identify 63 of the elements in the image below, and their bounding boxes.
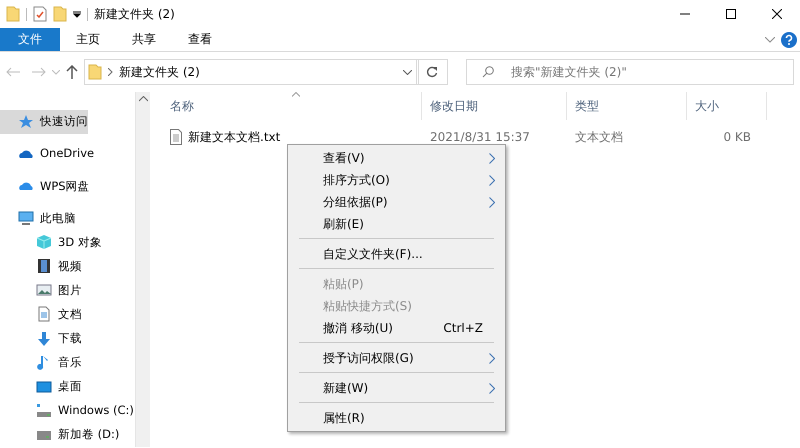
sidebar-item[interactable]: 此电脑 bbox=[0, 206, 76, 230]
monitor-icon bbox=[18, 210, 34, 226]
table-cell-text: 0 KB bbox=[722, 129, 752, 146]
ribbon-tab[interactable]: 查看 bbox=[172, 28, 228, 51]
sidebar-item[interactable]: 下载 bbox=[0, 326, 82, 350]
menu-item[interactable]: 自定义文件夹(F)... bbox=[288, 243, 505, 265]
sidebar-item[interactable]: OneDrive bbox=[0, 142, 94, 166]
table-cell-text: 2021/8/31 15:37 bbox=[429, 129, 531, 146]
table-cell-text: 文本文档 bbox=[574, 129, 624, 146]
refresh-button[interactable] bbox=[416, 59, 448, 85]
star-icon bbox=[18, 114, 34, 130]
menu-item[interactable]: 撤消 移动(U) Ctrl+Z bbox=[288, 317, 505, 339]
menu-item[interactable]: 查看(V) bbox=[288, 147, 505, 169]
film-icon bbox=[36, 258, 52, 274]
dropdown-icon[interactable] bbox=[403, 70, 412, 74]
ribbon-tab[interactable]: 文件 bbox=[0, 28, 60, 51]
maximize-icon bbox=[726, 9, 736, 19]
expand-ribbon-icon[interactable] bbox=[765, 37, 775, 43]
column-header[interactable]: 类型 bbox=[567, 92, 687, 120]
shortcut-text: Ctrl+Z bbox=[443, 320, 483, 337]
column-header[interactable]: 大小 bbox=[687, 92, 767, 120]
download-icon bbox=[36, 330, 52, 346]
drive-icon bbox=[36, 402, 52, 419]
up-icon[interactable] bbox=[66, 65, 78, 79]
desktop-icon bbox=[36, 378, 52, 395]
sidebar-item[interactable]: 文档 bbox=[0, 302, 82, 326]
sidebar-item[interactable]: 3D 对象 bbox=[0, 230, 102, 254]
sidebar-item[interactable]: 音乐 bbox=[0, 350, 82, 375]
image-icon bbox=[36, 282, 52, 298]
sidebar-item[interactable]: 快速访问 bbox=[0, 110, 88, 134]
menu-item[interactable]: 分组依据(P) bbox=[288, 191, 505, 213]
folder-icon bbox=[88, 64, 102, 80]
cube-icon bbox=[36, 234, 52, 250]
sidebar-item[interactable]: 桌面 bbox=[0, 374, 82, 399]
search-field[interactable]: 搜索"新建文件夹 (2)" bbox=[466, 59, 794, 85]
help-icon[interactable] bbox=[781, 32, 797, 48]
dropdown-icon[interactable] bbox=[73, 10, 81, 18]
properties-icon[interactable] bbox=[33, 6, 47, 22]
chevron-icon[interactable] bbox=[108, 68, 113, 76]
address-path[interactable]: 新建文件夹 (2) bbox=[119, 63, 200, 81]
sort-icon bbox=[292, 92, 300, 97]
sidebar-item[interactable]: 新加卷 (D:) bbox=[0, 422, 120, 447]
ribbon-tab[interactable]: 共享 bbox=[116, 28, 172, 51]
window-title: 新建文件夹 (2) bbox=[94, 6, 175, 23]
sidebar-item[interactable]: 视频 bbox=[0, 254, 82, 278]
menu-item[interactable]: 刷新(E) bbox=[288, 213, 505, 235]
sidebar-item[interactable]: WPS网盘 bbox=[0, 174, 90, 198]
sidebar-item[interactable]: 图片 bbox=[0, 278, 82, 302]
menu-item[interactable]: 排序方式(O) bbox=[288, 169, 505, 191]
column-header[interactable]: 名称 bbox=[162, 92, 422, 120]
menu-item[interactable]: 属性(R) bbox=[288, 407, 505, 429]
ribbon-tab[interactable]: 主页 bbox=[60, 28, 116, 51]
sidebar-item[interactable]: Windows (C:) bbox=[0, 398, 134, 423]
search-icon bbox=[482, 66, 494, 78]
document-icon bbox=[36, 306, 52, 322]
close-icon bbox=[772, 9, 782, 19]
refresh-icon bbox=[426, 66, 438, 78]
column-header[interactable]: 修改日期 bbox=[422, 92, 567, 120]
menu-item[interactable]: 新建(W) bbox=[288, 377, 505, 399]
text-file-icon bbox=[170, 129, 182, 145]
scroll-up-icon[interactable] bbox=[139, 96, 148, 102]
menu-item[interactable]: 授予访问权限(G) bbox=[288, 347, 505, 369]
file-name[interactable]: 新建文本文档.txt bbox=[188, 128, 280, 146]
